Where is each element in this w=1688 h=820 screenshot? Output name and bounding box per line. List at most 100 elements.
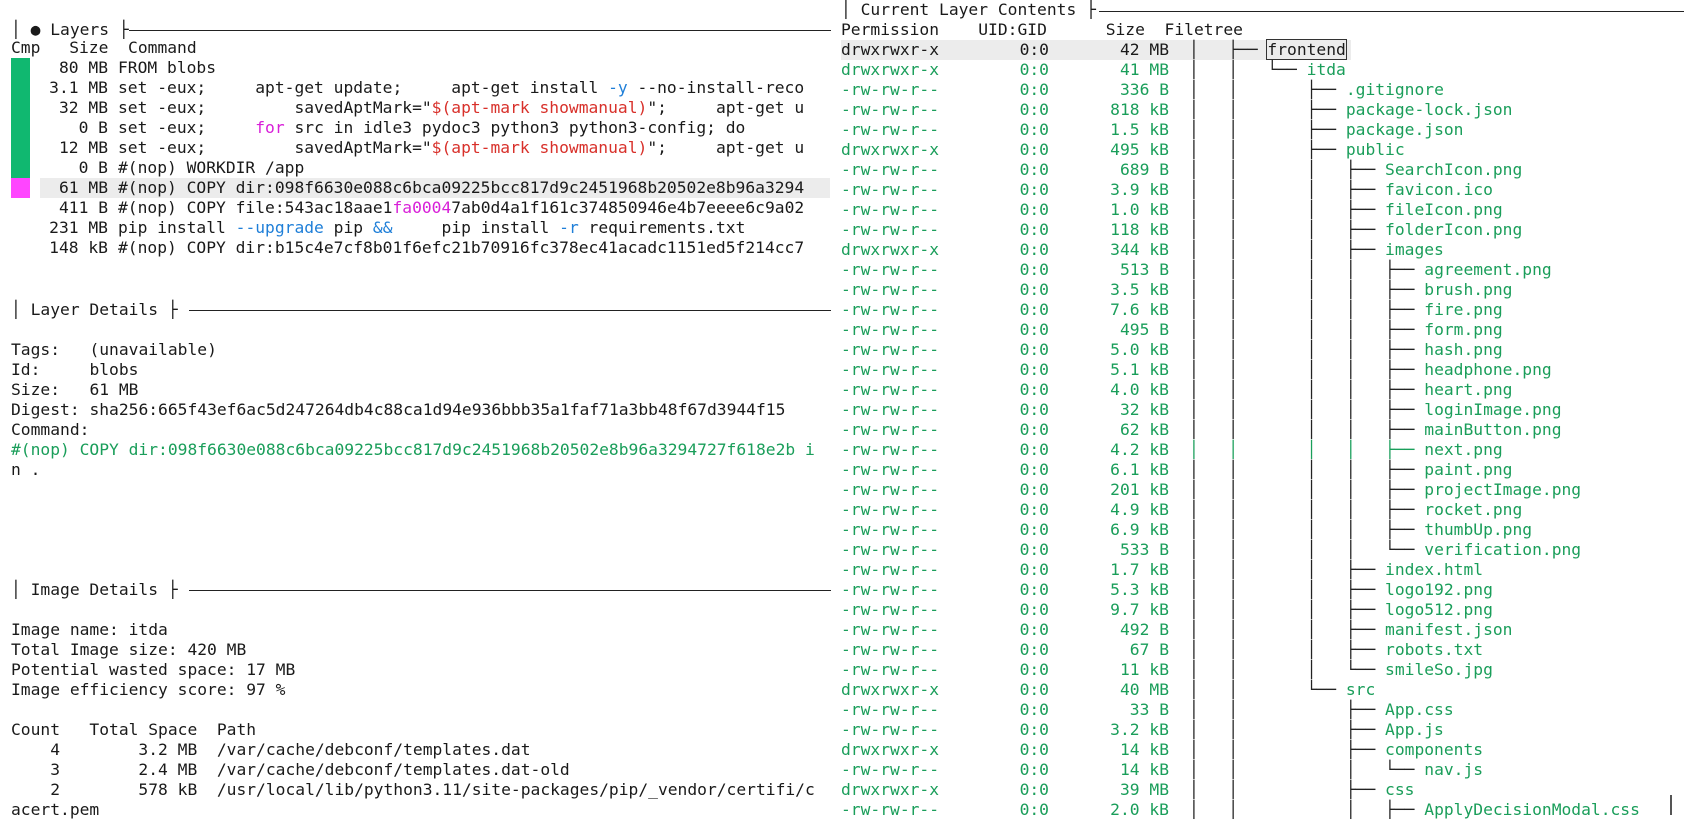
file-row[interactable]: -rw-rw-r-- 0:0 9.7 kB │ │ │ ├── logo512.png — [841, 600, 1688, 620]
file-uidgid: 0:0 — [1019, 500, 1049, 519]
file-row[interactable]: -rw-rw-r-- 0:0 118 kB │ │ │ ├── folderIcon.… — [841, 220, 1688, 240]
scrollbar-indicator[interactable] — [1670, 795, 1672, 815]
file-permission: -rw-rw-r-- — [841, 200, 940, 219]
file-row[interactable]: -rw-rw-r-- 0:0 6.1 kB │ │ │ │ ├── paint.png — [841, 460, 1688, 480]
file-row[interactable]: drwxrwxr-x 0:0 42 MB │ ├── frontend — [841, 39, 1351, 60]
file-size: 41 MB — [1119, 60, 1169, 79]
file-row[interactable]: -rw-rw-r-- 0:0 689 B │ │ │ ├── SearchIcon.p… — [841, 160, 1688, 180]
file-size: 495 B — [1119, 320, 1169, 339]
file-size: 7.6 kB — [1110, 300, 1169, 319]
file-row[interactable]: -rw-rw-r-- 0:0 5.3 kB │ │ │ ├── logo192.png — [841, 580, 1688, 600]
file-permission: -rw-rw-r-- — [841, 440, 940, 459]
file-row[interactable]: -rw-rw-r-- 0:0 3.9 kB │ │ │ ├── favicon.ico — [841, 180, 1688, 200]
layer-row[interactable]: 80 MB FROM blobs — [11, 58, 831, 78]
tree-branch: │ ├── — [1189, 40, 1268, 59]
file-row[interactable]: -rw-rw-r-- 0:0 513 B │ │ │ │ ├── agreement.… — [841, 260, 1688, 280]
layer-command: #(nop) COPY file:543ac18aae1fa00047ab0d4… — [118, 198, 805, 217]
tags-label: Tags: — [11, 340, 61, 359]
file-permission: -rw-rw-r-- — [841, 160, 940, 179]
file-row[interactable]: drwxrwxr-x 0:0 14 kB │ │ ├── components — [841, 740, 1688, 760]
file-row[interactable]: -rw-rw-r-- 0:0 11 kB │ │ │ └── smileSo.jpg — [841, 660, 1688, 680]
file-row[interactable]: -rw-rw-r-- 0:0 14 kB │ │ │ └── nav.js — [841, 760, 1688, 780]
file-row[interactable]: -rw-rw-r-- 0:0 3.5 kB │ │ │ │ ├── brush.png — [841, 280, 1688, 300]
layer-row[interactable]: 231 MB pip install --upgrade pip && pip i… — [11, 218, 831, 238]
tree-branch: │ │ │ │ ├── — [1189, 360, 1425, 379]
tree-branch: │ │ │ ├── — [1189, 240, 1386, 259]
file-uidgid: 0:0 — [1019, 440, 1049, 459]
file-row[interactable]: -rw-rw-r-- 0:0 67 B │ │ │ ├── robots.txt — [841, 640, 1688, 660]
file-row[interactable]: -rw-rw-r-- 0:0 32 kB │ │ │ │ ├── loginImage… — [841, 400, 1688, 420]
cmp-indicator — [11, 138, 30, 158]
tree-branch: │ │ ├── — [1189, 720, 1386, 739]
file-row[interactable]: -rw-rw-r-- 0:0 7.6 kB │ │ │ │ ├── fire.png — [841, 300, 1688, 320]
layer-row-content: 12 MB set -eux; savedAptMark="$(apt-mark … — [40, 138, 804, 158]
layers-column-header: Cmp Size Command — [11, 38, 197, 58]
file-permission: drwxrwxr-x — [841, 740, 940, 759]
file-row[interactable]: -rw-rw-r-- 0:0 533 B │ │ │ │ └── verificati… — [841, 540, 1688, 560]
file-permission: drwxrwxr-x — [841, 60, 940, 79]
file-size: 513 B — [1119, 260, 1169, 279]
file-row[interactable]: -rw-rw-r-- 0:0 6.9 kB │ │ │ │ ├── thumbUp.p… — [841, 520, 1688, 540]
layer-row[interactable]: 32 MB set -eux; savedAptMark="$(apt-mark … — [11, 98, 831, 118]
file-row[interactable]: drwxrwxr-x 0:0 495 kB │ │ ├── public — [841, 140, 1688, 160]
size-label: Size: — [11, 380, 61, 399]
file-row[interactable]: -rw-rw-r-- 0:0 5.0 kB │ │ │ │ ├── hash.png — [841, 340, 1688, 360]
file-permission: -rw-rw-r-- — [841, 460, 940, 479]
file-size: 3.5 kB — [1110, 280, 1169, 299]
file-row[interactable]: -rw-rw-r-- 0:0 5.1 kB │ │ │ │ ├── headphone… — [841, 360, 1688, 380]
file-row[interactable]: -rw-rw-r-- 0:0 201 kB │ │ │ │ ├── projectIm… — [841, 480, 1688, 500]
cmp-indicator — [11, 238, 30, 258]
file-row[interactable]: -rw-rw-r-- 0:0 2.0 kB │ │ │ ├── ApplyDecisi… — [841, 800, 1688, 820]
file-permission: -rw-rw-r-- — [841, 340, 940, 359]
layer-size: 32 MB — [58, 98, 108, 117]
file-row[interactable]: -rw-rw-r-- 0:0 4.2 kB │ │ │ │ ├── next.png — [841, 440, 1688, 460]
file-row[interactable]: -rw-rw-r-- 0:0 495 B │ │ │ │ ├── form.png — [841, 320, 1688, 340]
file-uidgid: 0:0 — [1019, 260, 1049, 279]
file-row[interactable]: -rw-rw-r-- 0:0 4.0 kB │ │ │ │ ├── heart.png — [841, 380, 1688, 400]
file-uidgid: 0:0 — [1019, 700, 1049, 719]
tree-branch: │ │ │ │ └── — [1189, 540, 1425, 559]
cmp-indicator — [11, 198, 30, 218]
file-size: 4.9 kB — [1110, 500, 1169, 519]
layer-size: 0 B — [78, 118, 108, 137]
file-row[interactable]: -rw-rw-r-- 0:0 33 B │ │ ├── App.css — [841, 700, 1688, 720]
layer-size: 3.1 MB — [49, 78, 108, 97]
layer-row[interactable]: 12 MB set -eux; savedAptMark="$(apt-mark … — [11, 138, 831, 158]
file-row[interactable]: drwxrwxr-x 0:0 344 kB │ │ │ ├── images — [841, 240, 1688, 260]
file-row[interactable]: -rw-rw-r-- 0:0 1.7 kB │ │ │ ├── index.html — [841, 560, 1688, 580]
file-name: favicon.ico — [1385, 180, 1493, 199]
file-permission: -rw-rw-r-- — [841, 400, 940, 419]
file-permission: drwxrwxr-x — [841, 240, 940, 259]
file-row[interactable]: -rw-rw-r-- 0:0 1.5 kB │ │ ├── package.json — [841, 120, 1688, 140]
layers-panel-title[interactable]: │ ● Layers ├ — [11, 20, 129, 40]
file-row[interactable]: drwxrwxr-x 0:0 39 MB │ │ ├── css — [841, 780, 1688, 800]
col-cmp: Cmp — [11, 38, 41, 57]
file-row[interactable]: -rw-rw-r-- 0:0 818 kB │ │ ├── package-lock.… — [841, 100, 1688, 120]
file-size: 67 B — [1129, 640, 1169, 659]
layer-row[interactable]: 61 MB #(nop) COPY dir:098f6630e088c6bca09… — [11, 178, 831, 198]
id-label: Id: — [11, 360, 41, 379]
layer-command: #(nop) WORKDIR /app — [118, 158, 305, 177]
layer-row[interactable]: 411 B #(nop) COPY file:543ac18aae1fa00047… — [11, 198, 831, 218]
file-name: App.js — [1385, 720, 1444, 739]
file-row[interactable]: -rw-rw-r-- 0:0 336 B │ │ ├── .gitignore — [841, 80, 1688, 100]
file-size: 42 MB — [1119, 40, 1169, 59]
file-row[interactable]: -rw-rw-r-- 0:0 492 B │ │ │ ├── manifest.jso… — [841, 620, 1688, 640]
file-row[interactable]: -rw-rw-r-- 0:0 62 kB │ │ │ │ ├── mainButton… — [841, 420, 1688, 440]
file-permission: -rw-rw-r-- — [841, 380, 940, 399]
layer-row[interactable]: 0 B set -eux; for src in idle3 pydoc3 pyt… — [11, 118, 831, 138]
file-row[interactable]: -rw-rw-r-- 0:0 4.9 kB │ │ │ │ ├── rocket.pn… — [841, 500, 1688, 520]
file-name: src — [1345, 680, 1376, 699]
layers-title: ● Layers — [30, 20, 110, 39]
file-row[interactable]: drwxrwxr-x 0:0 41 MB │ │ └── itda — [841, 60, 1688, 80]
file-row[interactable]: -rw-rw-r-- 0:0 1.0 kB │ │ │ ├── fileIcon.pn… — [841, 200, 1688, 220]
file-row[interactable]: -rw-rw-r-- 0:0 3.2 kB │ │ ├── App.js — [841, 720, 1688, 740]
file-row[interactable]: drwxrwxr-x 0:0 40 MB │ │ └── src — [841, 680, 1688, 700]
tree-branch: │ │ ├── — [1189, 740, 1386, 759]
layer-row[interactable]: 148 kB #(nop) COPY dir:b15c4e7cf8b01f6efc… — [11, 238, 831, 258]
tree-branch: │ │ │ ├── — [1189, 800, 1425, 819]
layer-row[interactable]: 3.1 MB set -eux; apt-get update; apt-get … — [11, 78, 831, 98]
layer-row[interactable]: 0 B #(nop) WORKDIR /app — [11, 158, 831, 178]
file-name: index.html — [1385, 560, 1484, 579]
file-uidgid: 0:0 — [1019, 620, 1049, 639]
